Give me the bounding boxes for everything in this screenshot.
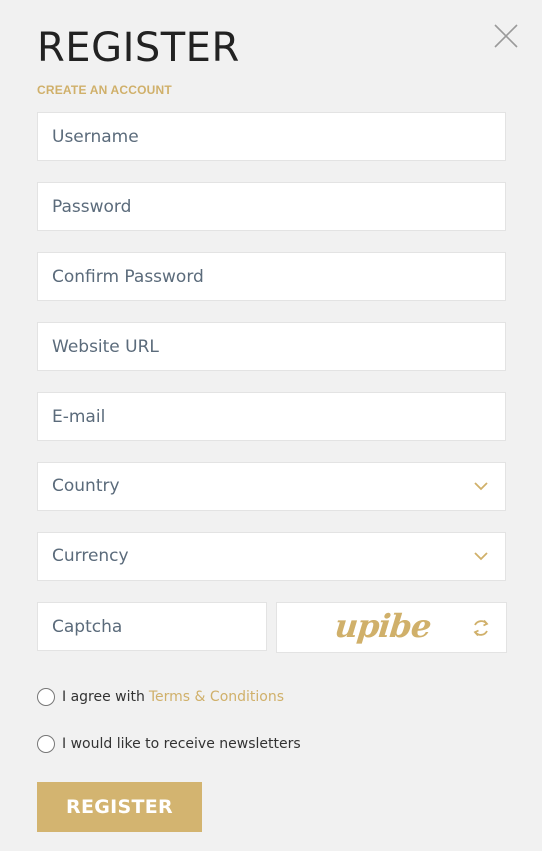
password-field-box xyxy=(37,182,506,231)
register-button[interactable]: REGISTER xyxy=(37,782,202,832)
email-field-box xyxy=(37,392,506,441)
terms-row: I agree with Terms & Conditions xyxy=(37,688,284,706)
country-select-value: Country xyxy=(52,476,120,496)
chevron-down-icon xyxy=(474,552,488,561)
website-url-input[interactable] xyxy=(38,323,505,370)
newsletter-label: I would like to receive newsletters xyxy=(62,736,301,752)
chevron-down-icon xyxy=(474,482,488,491)
country-select[interactable]: Country xyxy=(37,462,506,511)
terms-checkbox[interactable] xyxy=(37,688,55,706)
captcha-image: upibe xyxy=(276,602,507,653)
password-input[interactable] xyxy=(38,183,505,230)
close-button[interactable] xyxy=(493,23,519,49)
newsletter-checkbox[interactable] xyxy=(37,735,55,753)
currency-select[interactable]: Currency xyxy=(37,532,506,581)
website-field-box xyxy=(37,322,506,371)
close-icon xyxy=(494,24,518,48)
username-field-box xyxy=(37,112,506,161)
page-subtitle: CREATE AN ACCOUNT xyxy=(37,83,172,97)
currency-select-value: Currency xyxy=(52,546,129,566)
username-input[interactable] xyxy=(38,113,505,160)
terms-label: I agree with xyxy=(62,689,145,705)
captcha-refresh-button[interactable] xyxy=(470,617,492,639)
confirm-password-input[interactable] xyxy=(38,253,505,300)
captcha-code: upibe xyxy=(333,607,433,645)
newsletter-row: I would like to receive newsletters xyxy=(37,735,301,753)
terms-link[interactable]: Terms & Conditions xyxy=(149,689,284,705)
page-title: REGISTER xyxy=(37,25,240,71)
email-input[interactable] xyxy=(38,393,505,440)
captcha-input[interactable] xyxy=(38,603,266,650)
captcha-field-box xyxy=(37,602,267,651)
refresh-icon xyxy=(473,619,489,637)
confirm-password-field-box xyxy=(37,252,506,301)
